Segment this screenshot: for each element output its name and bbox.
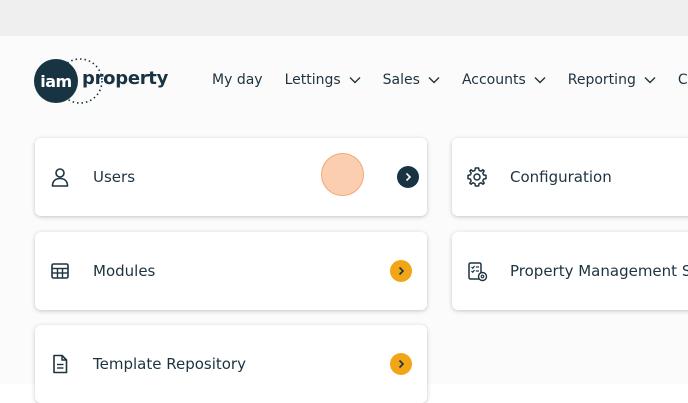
modules-icon	[51, 263, 69, 279]
browser-top-strip	[0, 0, 688, 36]
logo-badge-text: iam	[40, 71, 72, 91]
card-users[interactable]: Users	[35, 138, 427, 216]
card-label: Property Management Se	[510, 262, 688, 280]
nav-label: Sales	[382, 72, 420, 88]
logo-badge: iam	[34, 59, 78, 103]
card-configuration[interactable]: Configuration	[452, 138, 688, 216]
logo-wordmark: property	[82, 68, 169, 89]
nav-label: Accounts	[461, 72, 526, 88]
card-label: Configuration	[510, 168, 612, 186]
gear-icon	[467, 167, 487, 187]
nav-label: Reporting	[567, 72, 636, 88]
nav-item-my-day[interactable]: My day	[212, 72, 263, 88]
arrow-right-icon[interactable]	[390, 260, 412, 282]
main-page: iam property My day Lettings Sales Accou…	[0, 36, 688, 403]
nav-label: Cor	[677, 72, 688, 88]
main-nav: My day Lettings Sales Accounts Reporting…	[212, 70, 688, 90]
arrow-right-icon[interactable]	[397, 166, 419, 188]
chevron-down-icon	[428, 77, 440, 84]
click-indicator	[321, 153, 364, 196]
card-label: Template Repository	[93, 355, 246, 373]
checklist-gear-icon	[468, 262, 488, 282]
nav-item-accounts[interactable]: Accounts	[462, 72, 546, 88]
card-label: Modules	[93, 262, 156, 280]
iam-property-logo[interactable]: iam property	[34, 57, 174, 105]
chevron-down-icon	[534, 77, 546, 84]
document-icon	[53, 354, 68, 374]
card-property-management[interactable]: Property Management Se	[452, 232, 688, 310]
chevron-down-icon	[644, 77, 656, 84]
nav-item-cor[interactable]: Cor	[678, 72, 688, 88]
nav-label: Lettings	[284, 72, 341, 88]
chevron-down-icon	[349, 77, 361, 84]
nav-item-reporting[interactable]: Reporting	[568, 72, 656, 88]
nav-label: My day	[212, 72, 263, 88]
nav-item-sales[interactable]: Sales	[383, 72, 440, 88]
card-label: Users	[93, 168, 136, 186]
card-template-repository[interactable]: Template Repository	[35, 325, 427, 403]
arrow-right-icon[interactable]	[390, 353, 412, 375]
nav-item-lettings[interactable]: Lettings	[285, 72, 361, 88]
user-icon	[51, 168, 69, 187]
card-modules[interactable]: Modules	[35, 232, 427, 310]
